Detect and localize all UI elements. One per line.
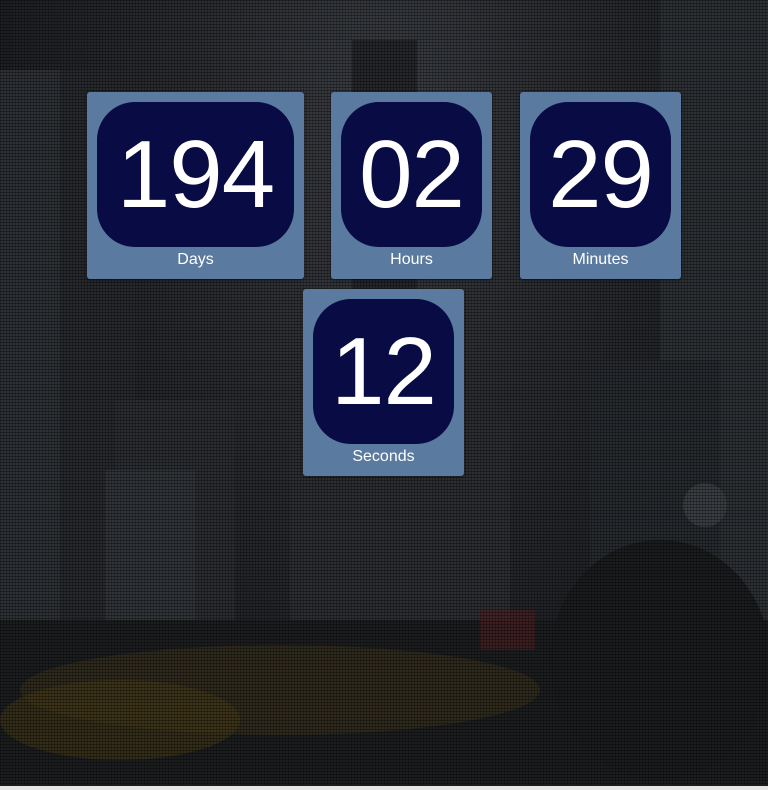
hours-tile: 02 Hours <box>331 92 492 279</box>
minutes-number-box: 29 <box>530 102 671 247</box>
hours-label: Hours <box>390 251 433 268</box>
hours-number-box: 02 <box>341 102 482 247</box>
seconds-tile: 12 Seconds <box>303 289 464 476</box>
hours-value: 02 <box>359 120 465 228</box>
minutes-value: 29 <box>548 120 654 228</box>
seconds-number-box: 12 <box>313 299 454 444</box>
minutes-tile: 29 Minutes <box>520 92 681 279</box>
days-tile: 194 Days <box>87 92 304 279</box>
minutes-label: Minutes <box>572 251 629 268</box>
days-value: 194 <box>116 120 275 228</box>
days-label: Days <box>177 251 214 268</box>
seconds-label: Seconds <box>352 448 415 465</box>
page-bottom-edge <box>0 786 768 790</box>
days-number-box: 194 <box>97 102 294 247</box>
seconds-value: 12 <box>331 317 437 425</box>
